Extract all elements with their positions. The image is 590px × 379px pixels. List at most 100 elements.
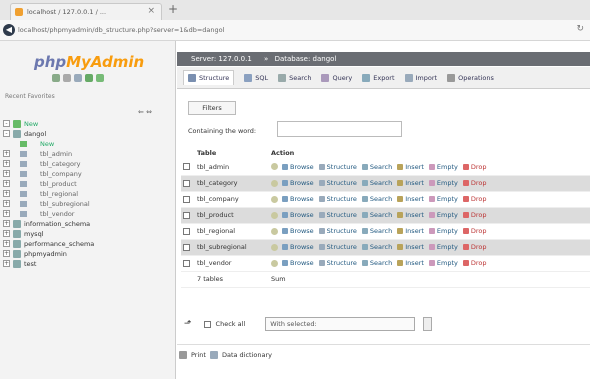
tree-item-label[interactable]: tbl_regional — [40, 189, 78, 199]
browse-action-link[interactable]: Browse — [282, 195, 314, 203]
search-action-link[interactable]: Search — [361, 259, 392, 267]
favorite-star-icon[interactable] — [271, 179, 278, 187]
tree-item-label[interactable]: information_schema — [24, 219, 90, 229]
tree-item[interactable]: + tbl_product — [0, 179, 176, 189]
tree-expander-icon[interactable]: + — [3, 250, 10, 257]
favorite-star-icon[interactable] — [271, 211, 278, 219]
recent-favorites[interactable]: Recent Favorites — [5, 93, 55, 100]
browse-action-link[interactable]: Browse — [282, 243, 314, 251]
url-field[interactable]: localhost/phpmyadmin/db_structure.php?se… — [18, 24, 568, 37]
browse-action-link[interactable]: Browse — [282, 259, 314, 267]
breadcrumb-server[interactable]: Server: 127.0.0.1 — [191, 55, 252, 63]
drop-action-link[interactable]: Drop — [462, 179, 487, 187]
tree-expander-icon[interactable]: + — [3, 180, 10, 187]
tree-item[interactable]: + information_schema — [0, 219, 176, 229]
insert-action-link[interactable]: Insert — [397, 243, 424, 251]
tab-import[interactable]: Import — [404, 73, 437, 82]
structure-action-link[interactable]: Structure — [318, 259, 357, 267]
insert-action-link[interactable]: Insert — [397, 211, 424, 219]
structure-action-link[interactable]: Structure — [318, 163, 357, 171]
tree-item[interactable]: + mysql — [0, 229, 176, 239]
empty-action-link[interactable]: Empty — [428, 227, 458, 235]
tree-expander-icon[interactable]: + — [3, 260, 10, 267]
tree-item[interactable]: New — [0, 139, 176, 149]
tab-operations[interactable]: Operations — [447, 73, 494, 82]
drop-action-link[interactable]: Drop — [462, 195, 487, 203]
print-link[interactable]: Print — [191, 351, 206, 359]
browse-action-link[interactable]: Browse — [282, 227, 314, 235]
insert-action-link[interactable]: Insert — [397, 195, 424, 203]
table-name-link[interactable]: tbl_vendor — [195, 255, 269, 272]
back-arrow-icon[interactable]: ◀ — [3, 24, 15, 36]
table-name-link[interactable]: tbl_product — [195, 207, 269, 224]
drop-action-link[interactable]: Drop — [462, 227, 487, 235]
favorite-star-icon[interactable] — [271, 227, 278, 235]
row-checkbox[interactable] — [183, 163, 190, 171]
tree-item-label[interactable]: New — [24, 119, 38, 129]
browse-action-link[interactable]: Browse — [282, 163, 314, 171]
browser-tab[interactable]: localhost / 127.0.0.1 / ... × — [10, 3, 162, 20]
tree-item-label[interactable]: tbl_subregional — [40, 199, 90, 209]
tree-expander-icon[interactable]: + — [3, 240, 10, 247]
with-selected-select[interactable]: With selected: — [265, 317, 416, 331]
tree-item-label[interactable]: New — [40, 139, 54, 149]
tree-expander-icon[interactable]: - — [3, 120, 10, 127]
home-icon[interactable] — [52, 74, 60, 82]
breadcrumb-database[interactable]: Database: dangol — [275, 55, 337, 63]
search-action-link[interactable]: Search — [361, 179, 392, 187]
structure-action-link[interactable]: Structure — [318, 243, 357, 251]
tree-expander-icon[interactable]: + — [3, 150, 10, 157]
tab-close-icon[interactable]: × — [147, 6, 155, 16]
col-table[interactable]: Table — [195, 147, 269, 159]
table-name-link[interactable]: tbl_category — [195, 175, 269, 192]
empty-action-link[interactable]: Empty — [428, 163, 458, 171]
favorite-star-icon[interactable] — [271, 243, 278, 251]
empty-action-link[interactable]: Empty — [428, 259, 458, 267]
tree-item[interactable]: - dangol — [0, 129, 176, 139]
search-action-link[interactable]: Search — [361, 211, 392, 219]
search-action-link[interactable]: Search — [361, 243, 392, 251]
collapse-link-icon[interactable]: ⇐ ⇔ — [138, 108, 152, 116]
reload-icon[interactable]: ↻ — [576, 24, 584, 34]
check-all-checkbox[interactable] — [203, 320, 211, 328]
tab-search[interactable]: Search — [278, 73, 311, 82]
search-action-link[interactable]: Search — [361, 195, 392, 203]
tree-expander-icon[interactable]: + — [3, 170, 10, 177]
tab-sql[interactable]: SQL — [244, 73, 268, 82]
row-checkbox[interactable] — [183, 211, 190, 219]
select-dropdown-arrow[interactable] — [423, 317, 433, 331]
filters-button[interactable]: Filters — [188, 101, 236, 115]
tree-expander-icon[interactable]: + — [3, 210, 10, 217]
empty-action-link[interactable]: Empty — [428, 179, 458, 187]
drop-action-link[interactable]: Drop — [462, 163, 487, 171]
tree-item-label[interactable]: tbl_product — [40, 179, 77, 189]
tree-item-label[interactable]: dangol — [24, 129, 46, 139]
favorite-star-icon[interactable] — [271, 195, 278, 203]
check-all[interactable]: Check all — [203, 320, 245, 328]
browse-action-link[interactable]: Browse — [282, 179, 314, 187]
tree-item-label[interactable]: tbl_vendor — [40, 209, 74, 219]
table-name-link[interactable]: tbl_admin — [195, 159, 269, 176]
tree-item[interactable]: + test — [0, 259, 176, 269]
table-name-link[interactable]: tbl_subregional — [195, 239, 269, 256]
tree-item-label[interactable]: mysql — [24, 229, 44, 239]
row-checkbox[interactable] — [183, 227, 190, 235]
structure-action-link[interactable]: Structure — [318, 227, 357, 235]
tree-item-label[interactable]: performance_schema — [24, 239, 94, 249]
settings-icon[interactable] — [85, 74, 93, 82]
browse-action-link[interactable]: Browse — [282, 211, 314, 219]
row-checkbox[interactable] — [183, 179, 190, 187]
structure-action-link[interactable]: Structure — [318, 211, 357, 219]
structure-action-link[interactable]: Structure — [318, 195, 357, 203]
tree-expander-icon[interactable]: + — [3, 200, 10, 207]
table-name-link[interactable]: tbl_company — [195, 191, 269, 208]
print-icon[interactable] — [179, 351, 187, 359]
tree-expander-icon[interactable]: + — [3, 190, 10, 197]
tree-item[interactable]: + tbl_admin — [0, 149, 176, 159]
tree-item-label[interactable]: tbl_company — [40, 169, 82, 179]
tree-item[interactable]: + tbl_vendor — [0, 209, 176, 219]
insert-action-link[interactable]: Insert — [397, 259, 424, 267]
data-dictionary-link[interactable]: Data dictionary — [222, 351, 272, 359]
reload-nav-icon[interactable] — [96, 74, 104, 82]
tab-query[interactable]: Query — [321, 73, 352, 82]
